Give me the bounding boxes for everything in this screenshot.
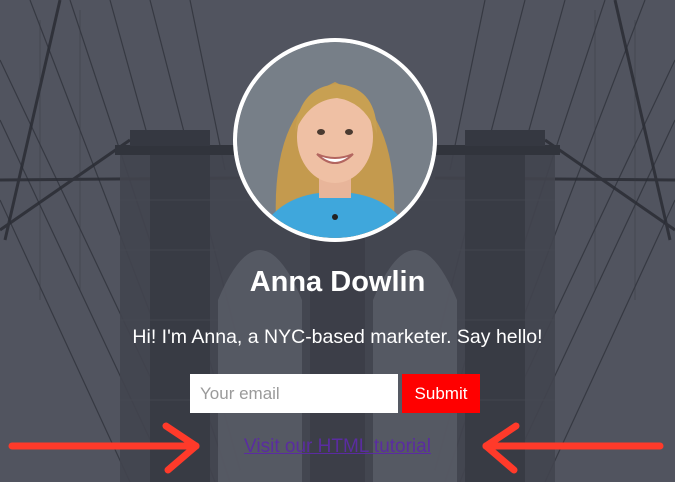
profile-photo <box>237 42 433 238</box>
submit-button[interactable]: Submit <box>402 374 480 413</box>
html-tutorial-link[interactable]: Visit our HTML tutorial <box>244 436 431 457</box>
profile-name: Anna Dowlin <box>249 266 426 298</box>
right-pointing-arrow-icon <box>8 422 200 474</box>
left-pointing-arrow-icon <box>482 422 664 474</box>
profile-tagline: Hi! I'm Anna, a NYC-based marketer. Say … <box>132 326 543 348</box>
avatar <box>233 38 437 242</box>
email-input[interactable] <box>190 374 398 413</box>
hero-section: Anna Dowlin Hi! I'm Anna, a NYC-based ma… <box>0 0 675 482</box>
